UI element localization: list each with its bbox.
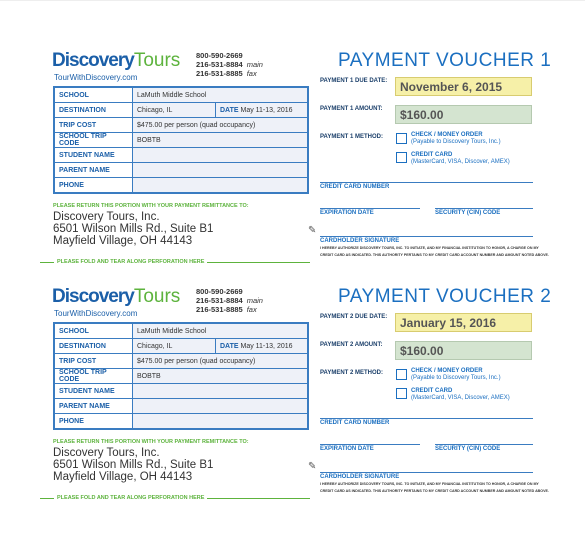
due-date-field[interactable]: November 6, 2015	[395, 77, 532, 96]
due-date-label: PAYMENT 2 DUE DATE:	[320, 314, 388, 320]
return-note: PLEASE RETURN THIS PORTION WITH YOUR PAY…	[53, 439, 249, 445]
parent-name-field[interactable]	[132, 162, 309, 178]
trip-code-label: SCHOOL TRIP CODE	[53, 368, 133, 384]
fold-note: PLEASE FOLD AND TEAR ALONG PERFORATION H…	[54, 495, 208, 501]
check-money-order-checkbox[interactable]	[396, 133, 407, 144]
fold-note: PLEASE FOLD AND TEAR ALONG PERFORATION H…	[54, 259, 208, 265]
amount-field[interactable]: $160.00	[395, 105, 532, 124]
address-line: Mayfield Village, OH 44143	[53, 235, 193, 247]
school-label: SCHOOL	[53, 86, 133, 103]
address-line: Mayfield Village, OH 44143	[53, 471, 193, 483]
student-name-label: STUDENT NAME	[53, 383, 133, 399]
discovery-tours-logo: DiscoveryTours	[52, 50, 181, 71]
signature-label: CARDHOLDER SIGNATURE	[320, 474, 400, 480]
discovery-tours-logo: DiscoveryTours	[52, 286, 181, 307]
school-field[interactable]: LaMuth Middle School	[132, 322, 309, 339]
phone-main: 216-531-8884 main	[196, 296, 263, 305]
card-number-line[interactable]	[320, 418, 533, 419]
destination-label: DESTINATION	[53, 102, 133, 118]
check-money-order-checkbox[interactable]	[396, 369, 407, 380]
trip-cost-field[interactable]: $475.00 per person (quad occupancy)	[132, 117, 309, 133]
due-date-label: PAYMENT 1 DUE DATE:	[320, 78, 388, 84]
return-note: PLEASE RETURN THIS PORTION WITH YOUR PAY…	[53, 203, 249, 209]
credit-card-option: CREDIT CARD (MasterCard, VISA, Discover, …	[411, 152, 510, 165]
credit-card-checkbox[interactable]	[396, 152, 407, 163]
expiration-line[interactable]	[320, 208, 420, 209]
expiration-label: EXPIRATION DATE	[320, 210, 374, 216]
phone-fax: 216-531-8885 fax	[196, 69, 257, 78]
school-field[interactable]: LaMuth Middle School	[132, 86, 309, 103]
security-code-line[interactable]	[435, 444, 533, 445]
phone-toll: 800-590-2669	[196, 51, 243, 60]
security-code-label: SECURITY (CIN) CODE	[435, 210, 501, 216]
check-money-order-option: CHECK / MONEY ORDER (Payable to Discovery…	[411, 368, 501, 381]
check-money-order-option: CHECK / MONEY ORDER (Payable to Discovery…	[411, 132, 501, 145]
voucher-title: PAYMENT VOUCHER 2	[338, 286, 552, 307]
trip-info-table: SCHOOL LaMuth Middle School DESTINATION Ch…	[53, 86, 309, 194]
phone-label: PHONE	[53, 413, 133, 430]
method-label: PAYMENT 1 METHOD:	[320, 134, 384, 140]
phone-label: PHONE	[53, 177, 133, 194]
trip-code-field[interactable]: BOBTB	[132, 368, 309, 384]
date-field[interactable]: DATE May 11-13, 2016	[215, 338, 309, 354]
expiration-label: EXPIRATION DATE	[320, 446, 374, 452]
destination-label: DESTINATION	[53, 338, 133, 354]
date-field[interactable]: DATE May 11-13, 2016	[215, 102, 309, 118]
address-line: Discovery Tours, Inc.	[53, 211, 160, 223]
signature-line[interactable]	[320, 236, 533, 237]
trip-code-field[interactable]: BOBTB	[132, 132, 309, 148]
signature-line[interactable]	[320, 472, 533, 473]
address-line: 6501 Wilson Mills Rd., Suite B1	[53, 459, 214, 471]
destination-field[interactable]: Chicago, IL	[132, 102, 216, 118]
expiration-line[interactable]	[320, 444, 420, 445]
method-label: PAYMENT 2 METHOD:	[320, 370, 384, 376]
signature-label: CARDHOLDER SIGNATURE	[320, 238, 400, 244]
student-name-field[interactable]	[132, 383, 309, 399]
security-code-line[interactable]	[435, 208, 533, 209]
security-code-label: SECURITY (CIN) CODE	[435, 446, 501, 452]
parent-name-label: PARENT NAME	[53, 162, 133, 178]
voucher-1: DiscoveryTours TourWithDiscovery.com 800…	[0, 46, 585, 282]
amount-field[interactable]: $160.00	[395, 341, 532, 360]
phone-field[interactable]	[132, 413, 309, 430]
trip-cost-label: TRIP COST	[53, 117, 133, 133]
voucher-title: PAYMENT VOUCHER 1	[338, 50, 552, 71]
amount-label: PAYMENT 2 AMOUNT:	[320, 342, 383, 348]
address-line: 6501 Wilson Mills Rd., Suite B1	[53, 223, 214, 235]
credit-card-option: CREDIT CARD (MasterCard, VISA, Discover, …	[411, 388, 510, 401]
card-number-label: CREDIT CARD NUMBER	[320, 184, 390, 190]
credit-card-checkbox[interactable]	[396, 388, 407, 399]
due-date-field[interactable]: January 15, 2016	[395, 313, 532, 332]
parent-name-label: PARENT NAME	[53, 398, 133, 414]
card-number-line[interactable]	[320, 182, 533, 183]
destination-field[interactable]: Chicago, IL	[132, 338, 216, 354]
phone-main: 216-531-8884 main	[196, 60, 263, 69]
school-label: SCHOOL	[53, 322, 133, 339]
pencil-icon: ✎	[308, 225, 317, 236]
phone-toll: 800-590-2669	[196, 287, 243, 296]
website-link[interactable]: TourWithDiscovery.com	[54, 309, 137, 318]
address-line: Discovery Tours, Inc.	[53, 447, 160, 459]
phone-field[interactable]	[132, 177, 309, 194]
amount-label: PAYMENT 1 AMOUNT:	[320, 106, 383, 112]
trip-code-label: SCHOOL TRIP CODE	[53, 132, 133, 148]
voucher-2: DiscoveryTours TourWithDiscovery.com 800…	[0, 282, 585, 518]
student-name-field[interactable]	[132, 147, 309, 163]
trip-info-table: SCHOOL LaMuth Middle School DESTINATION Ch…	[53, 322, 309, 430]
trip-cost-field[interactable]: $475.00 per person (quad occupancy)	[132, 353, 309, 369]
pencil-icon: ✎	[308, 461, 317, 472]
parent-name-field[interactable]	[132, 398, 309, 414]
student-name-label: STUDENT NAME	[53, 147, 133, 163]
trip-cost-label: TRIP COST	[53, 353, 133, 369]
authorization-text: I HEREBY AUTHORIZE DISCOVERY TOURS, INC.…	[320, 482, 549, 493]
website-link[interactable]: TourWithDiscovery.com	[54, 73, 137, 82]
phone-fax: 216-531-8885 fax	[196, 305, 257, 314]
card-number-label: CREDIT CARD NUMBER	[320, 420, 390, 426]
authorization-text: I HEREBY AUTHORIZE DISCOVERY TOURS, INC.…	[320, 246, 549, 257]
